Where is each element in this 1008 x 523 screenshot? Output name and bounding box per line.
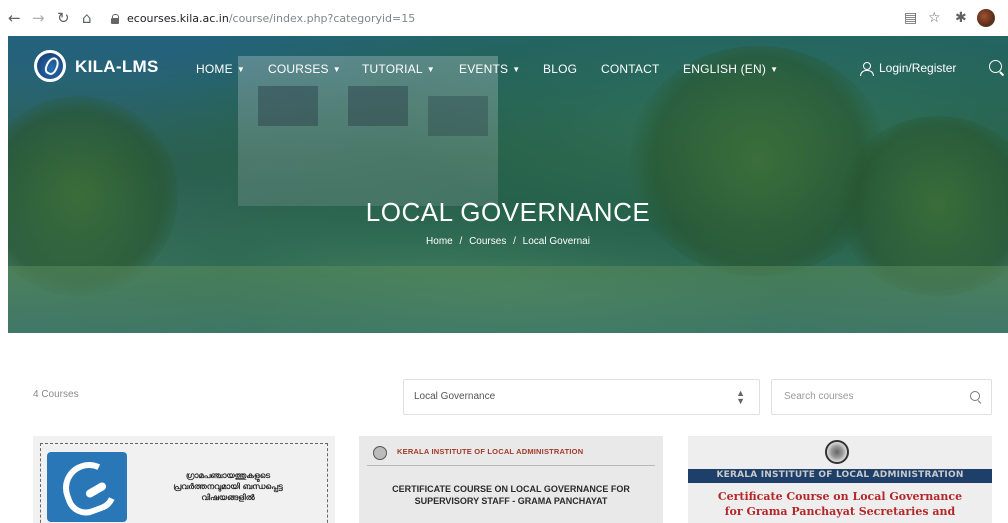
card-banner-text: KERALA INSTITUTE OF LOCAL ADMINISTRATION: [716, 470, 964, 480]
nav-language-label: ENGLISH (EN): [683, 62, 767, 76]
kila-seal-icon: [373, 446, 387, 460]
card-thumbnail-line: വിഷയങ്ങളിൽ: [201, 493, 255, 502]
search-icon[interactable]: [970, 391, 982, 403]
nav-home-label: HOME: [196, 62, 233, 76]
breadcrumb-current: Local Governai: [522, 236, 590, 247]
forward-arrow-icon[interactable]: →: [32, 9, 45, 27]
reload-icon[interactable]: ↻: [57, 9, 70, 27]
nav-events[interactable]: EVENTS ▼: [459, 62, 520, 76]
nav-home[interactable]: HOME ▼: [196, 62, 245, 76]
nav-courses-label: COURSES: [268, 62, 329, 76]
nav-tutorial[interactable]: TUTORIAL ▼: [362, 62, 435, 76]
nav-blog[interactable]: BLOG: [543, 62, 577, 76]
card-thumbnail-line: ഗ്രാമപഞ്ചായത്തുകളുടെ: [185, 471, 271, 480]
address-bar[interactable]: ecourses.kila.ac.in/course/index.php?cat…: [111, 8, 871, 28]
chevron-down-icon: ▼: [770, 65, 779, 74]
course-card[interactable]: KERALA INSTITUTE OF LOCAL ADMINISTRATION…: [359, 436, 663, 523]
card-divider: [367, 465, 655, 466]
back-arrow-icon[interactable]: ←: [8, 9, 21, 27]
site-navbar: KILA-LMS HOME ▼ COURSES ▼ TUTORIAL ▼ EVENTS…: [8, 36, 1008, 102]
url-host: ecourses.kila.ac.in: [127, 11, 229, 25]
course-search-input[interactable]: Search courses: [771, 379, 992, 415]
bookmark-star-icon[interactable]: ☆: [928, 9, 941, 27]
course-count: 4 Courses: [33, 389, 79, 400]
hero-lawn-image: [8, 266, 1008, 333]
card-institute-header: KERALA INSTITUTE OF LOCAL ADMINISTRATION: [397, 447, 584, 456]
breadcrumb-courses[interactable]: Courses: [469, 236, 506, 247]
course-search-placeholder: Search courses: [784, 391, 854, 402]
course-card[interactable]: KERALA INSTITUTE OF LOCAL ADMINISTRATION…: [688, 436, 992, 523]
kila-logo[interactable]: [34, 50, 66, 82]
nav-contact[interactable]: CONTACT: [601, 62, 660, 76]
url-path: /course/index.php?categoryid=15: [228, 11, 416, 25]
page-hero: KILA-LMS HOME ▼ COURSES ▼ TUTORIAL ▼ EVENTS…: [8, 36, 1008, 333]
user-icon: [860, 61, 874, 76]
kila-seal-icon: [825, 440, 849, 464]
site-brand[interactable]: KILA-LMS: [75, 57, 159, 77]
breadcrumb: Home / Courses / Local Governai: [8, 236, 1008, 247]
page-title: LOCAL GOVERNANCE: [365, 197, 651, 227]
breadcrumb-home[interactable]: Home: [426, 236, 453, 247]
home-icon[interactable]: ⌂: [82, 9, 92, 27]
nav-tutorial-label: TUTORIAL: [362, 62, 423, 76]
extensions-icon[interactable]: ✱: [955, 9, 967, 27]
chevron-down-icon: ▼: [512, 65, 521, 74]
login-register-link[interactable]: Login/Register: [860, 61, 957, 76]
card-title-line: for Grama Panchayat Secretaries and: [724, 505, 956, 518]
category-select[interactable]: Local Governance ▲ ▼: [403, 379, 760, 415]
lock-icon: [111, 13, 119, 24]
card-thumbnail-text: ഗ്രാമപഞ്ചായത്തുകളുടെ പ്രവർത്തനവുമായി ബന്…: [133, 470, 323, 503]
card-title-line: Certificate Course on Local Governance: [717, 490, 963, 503]
select-arrows-icon: ▲ ▼: [736, 388, 745, 406]
chevron-down-icon: ▼: [236, 65, 245, 74]
category-select-value: Local Governance: [414, 391, 496, 402]
card-course-title: Certificate Course on Local Governance f…: [688, 489, 992, 519]
course-card[interactable]: ഗ്രാമപഞ്ചായത്തുകളുടെ പ്രവർത്തനവുമായി ബന്…: [33, 436, 335, 523]
breadcrumb-separator: /: [459, 236, 463, 247]
login-register-label: Login/Register: [879, 61, 957, 75]
search-icon[interactable]: [988, 59, 1004, 75]
card-title-line: SUPERVISORY STAFF - GRAMA PANCHAYAT: [414, 496, 608, 506]
card-course-title: CERTIFICATE COURSE ON LOCAL GOVERNANCE F…: [367, 483, 655, 507]
card-title-line: CERTIFICATE COURSE ON LOCAL GOVERNANCE F…: [392, 484, 630, 494]
chevron-down-icon: ▼: [332, 65, 341, 74]
card-thumbnail-line: പ്രവർത്തനവുമായി ബന്ധപ്പെട്ട: [173, 482, 283, 491]
nav-courses[interactable]: COURSES ▼: [268, 62, 341, 76]
browser-toolbar: ← → ↻ ⌂ ecourses.kila.ac.in/course/index…: [0, 0, 1008, 36]
nav-events-label: EVENTS: [459, 62, 509, 76]
nav-language[interactable]: ENGLISH (EN) ▼: [683, 62, 778, 76]
profile-avatar[interactable]: [977, 9, 995, 27]
reader-mode-icon[interactable]: ▤: [904, 9, 917, 27]
chevron-down-icon: ▼: [426, 65, 435, 74]
sign-language-hand-icon: [47, 452, 127, 522]
breadcrumb-separator: /: [513, 236, 516, 247]
